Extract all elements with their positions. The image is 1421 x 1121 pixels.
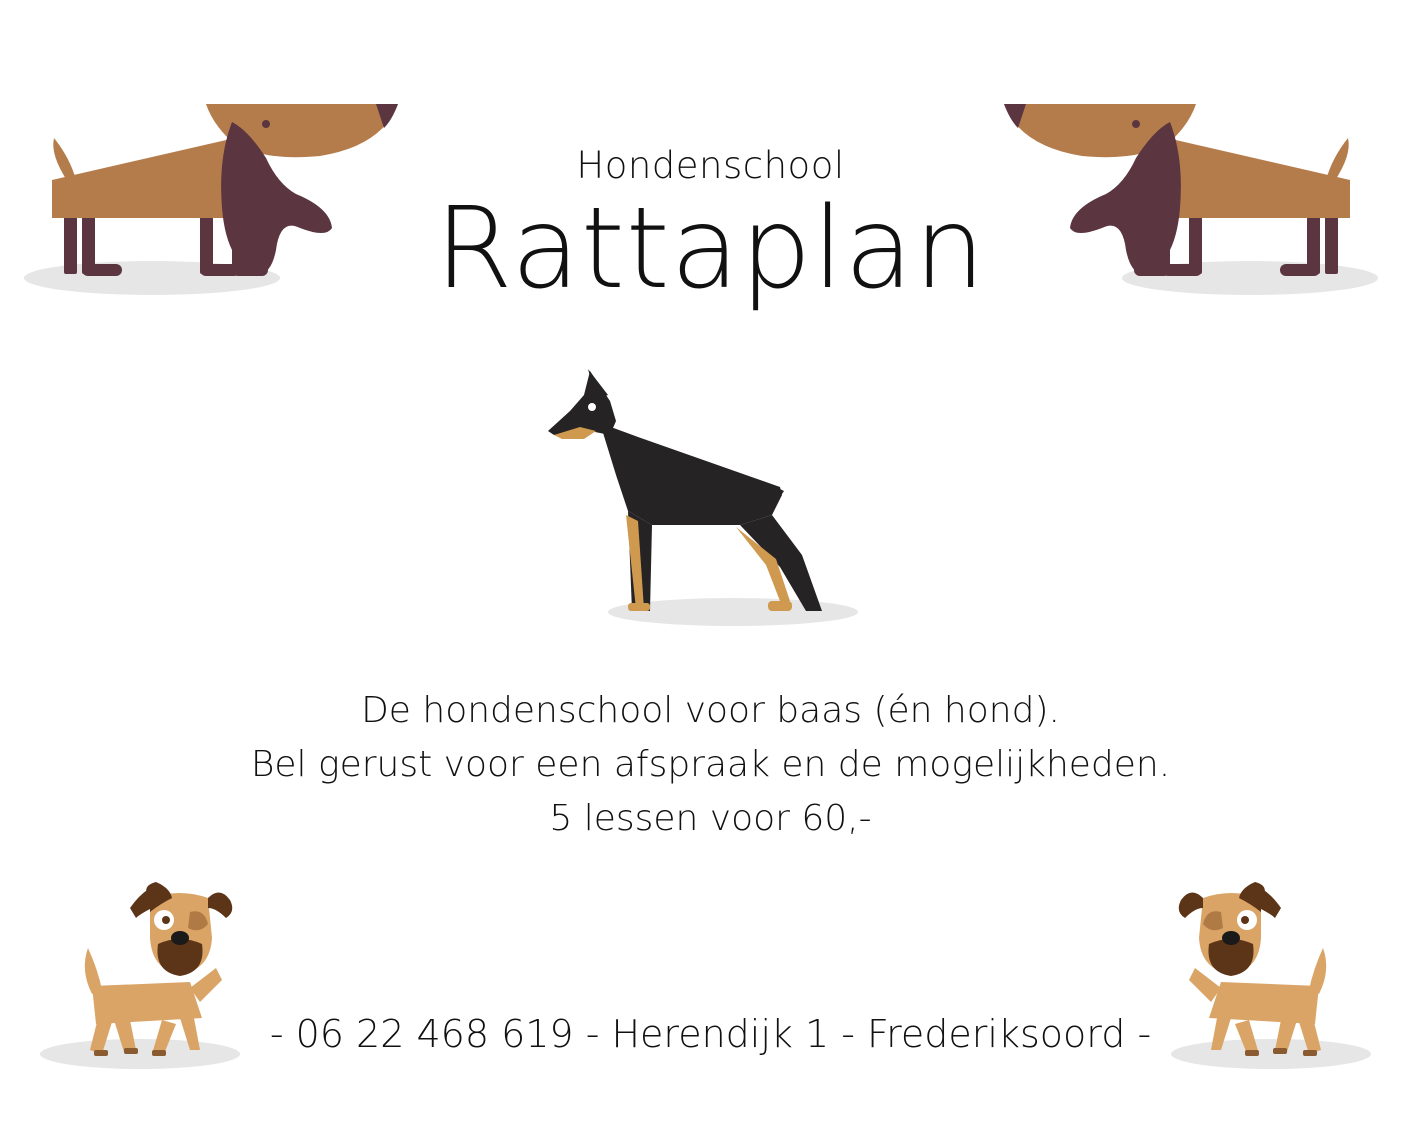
doberman-icon [548,369,858,626]
contact-info: - 06 22 468 619 - Herendijk 1 - Frederik… [269,1012,1152,1056]
price-line: 5 lessen voor 60,- [549,798,872,839]
page-title: Rattaplan [434,184,987,314]
description-line-1: De hondenschool voor baas (én hond). [361,690,1060,731]
flyer-page: Hondenschool Rattaplan De hondenschool v… [0,0,1421,1121]
description-line-2: Bel gerust voor een afspraak en de mogel… [250,744,1171,785]
description: De hondenschool voor baas (én hond). Bel… [0,684,1421,846]
page-subtitle: Hondenschool [576,144,845,187]
